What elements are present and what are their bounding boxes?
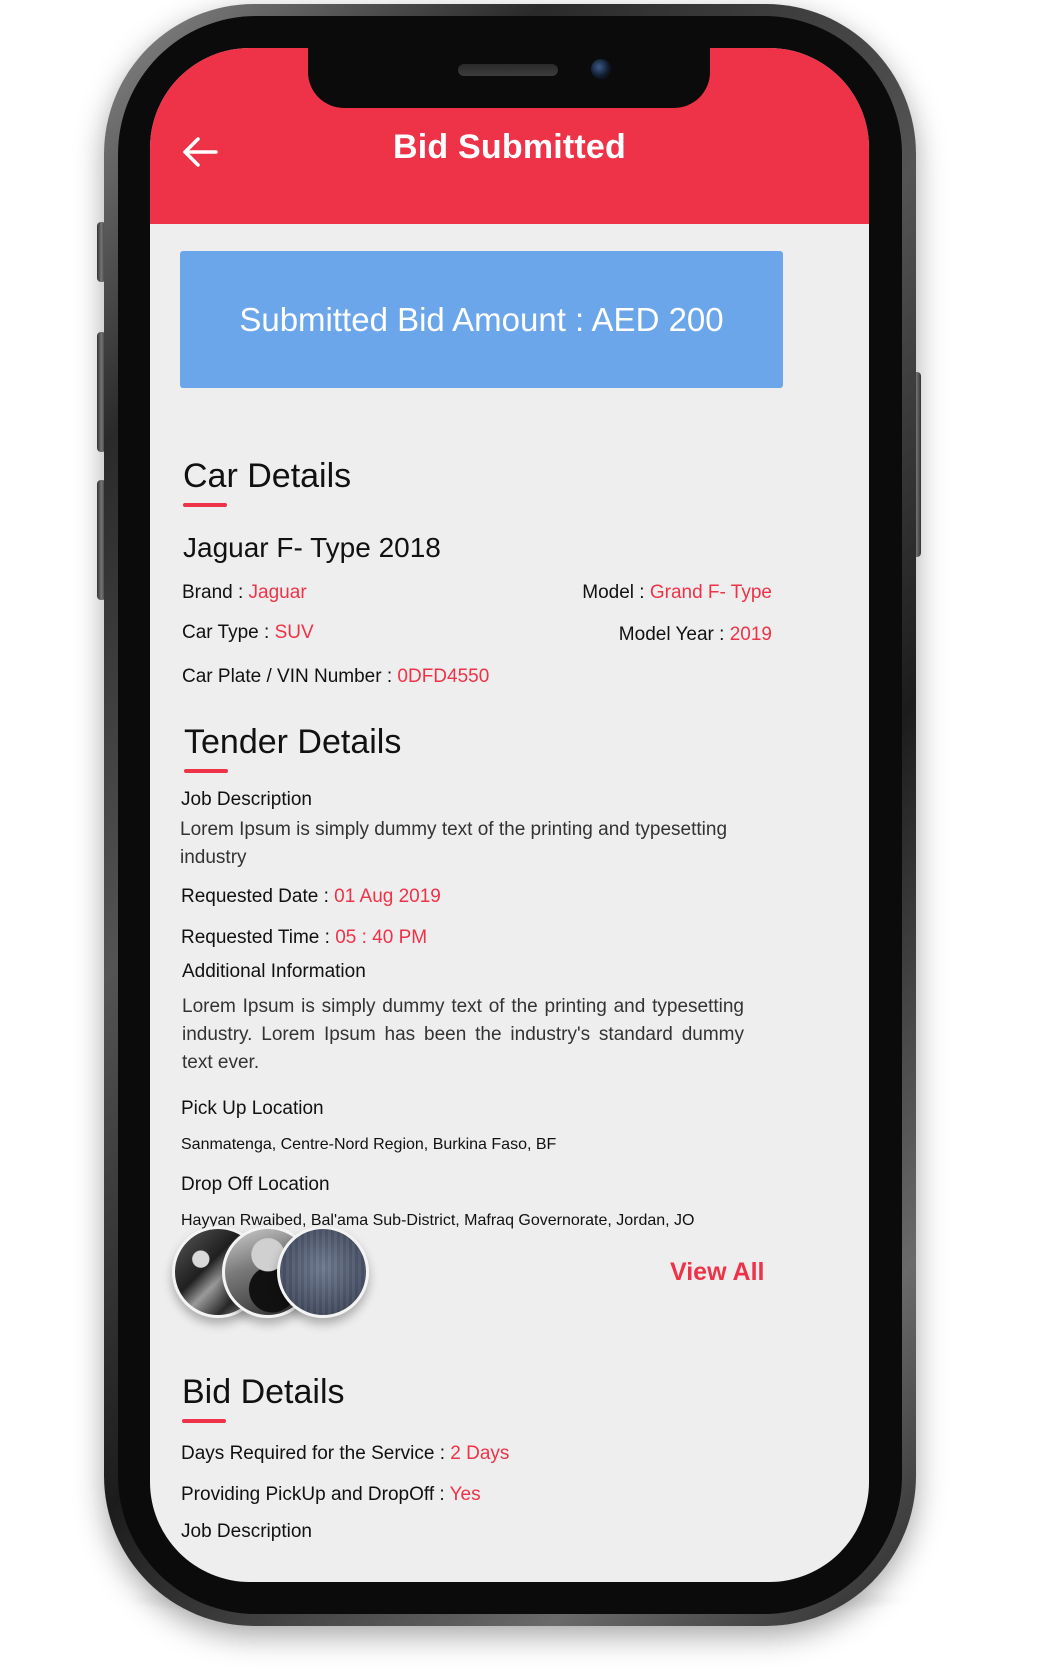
car-type-field: Car Type : SUV xyxy=(182,622,314,644)
days-required-value: 2 Days xyxy=(450,1443,510,1464)
tender-details-title: Tender Details xyxy=(184,723,402,761)
bid-details-underline xyxy=(182,1419,226,1423)
requested-time-field: Requested Time : 05 : 40 PM xyxy=(181,927,427,949)
requested-date-field: Requested Date : 01 Aug 2019 xyxy=(181,886,441,908)
days-required-field: Days Required for the Service : 2 Days xyxy=(181,1443,509,1465)
job-description-label: Job Description xyxy=(181,789,312,810)
front-camera xyxy=(591,59,611,79)
model-year-field: Model Year : 2019 xyxy=(619,624,772,646)
additional-info-label: Additional Information xyxy=(182,961,366,982)
dropoff-location-label: Drop Off Location xyxy=(181,1174,330,1195)
requested-time-label: Requested Time : xyxy=(181,927,336,948)
pickup-location-label: Pick Up Location xyxy=(181,1098,324,1119)
brand-field: Brand : Jaguar xyxy=(182,582,307,604)
car-details-title: Car Details xyxy=(183,457,352,495)
car-details-underline xyxy=(183,503,227,507)
plate-field: Car Plate / VIN Number : 0DFD4550 xyxy=(182,666,489,688)
photo-thumbnails[interactable] xyxy=(172,1226,372,1322)
pickup-dropoff-label: Providing PickUp and DropOff : xyxy=(181,1484,450,1505)
plate-label: Car Plate / VIN Number : xyxy=(182,666,398,687)
pickup-dropoff-value: Yes xyxy=(449,1484,481,1505)
days-required-label: Days Required for the Service : xyxy=(181,1443,451,1464)
pickup-location-value: Sanmatenga, Centre-Nord Region, Burkina … xyxy=(181,1136,557,1153)
page-title: Bid Submitted xyxy=(392,128,627,166)
brand-label: Brand : xyxy=(182,582,249,603)
car-name: Jaguar F- Type 2018 xyxy=(183,532,441,563)
car-type-label: Car Type : xyxy=(182,622,275,643)
brand-value: Jaguar xyxy=(248,582,307,603)
car-type-value: SUV xyxy=(274,622,314,643)
notch xyxy=(308,48,710,108)
phone-screen: Bid Submitted Submitted Bid Amount : AED… xyxy=(150,48,869,1582)
model-value: Grand F- Type xyxy=(649,582,772,603)
bid-amount-banner: Submitted Bid Amount : AED 200 xyxy=(180,251,783,388)
car-photo-thumbnail[interactable] xyxy=(277,1226,369,1318)
plate-value: 0DFD4550 xyxy=(397,666,490,687)
speaker-grille xyxy=(458,64,558,76)
additional-info-text: Lorem Ipsum is simply dummy text of the … xyxy=(182,996,744,1073)
model-field: Model : Grand F- Type xyxy=(582,582,772,604)
job-description-text: Lorem Ipsum is simply dummy text of the … xyxy=(180,819,728,868)
bid-job-description-label: Job Description xyxy=(181,1521,312,1542)
tender-details-underline xyxy=(184,769,228,773)
model-label: Model : xyxy=(582,582,650,603)
requested-date-value: 01 Aug 2019 xyxy=(334,886,441,907)
bid-details-title: Bid Details xyxy=(182,1373,345,1411)
view-all-link[interactable]: View All xyxy=(670,1258,764,1287)
model-year-value: 2019 xyxy=(729,624,772,645)
requested-date-label: Requested Date : xyxy=(181,886,335,907)
pickup-dropoff-field: Providing PickUp and DropOff : Yes xyxy=(181,1484,481,1506)
model-year-label: Model Year : xyxy=(618,624,730,645)
requested-time-value: 05 : 40 PM xyxy=(335,927,428,948)
